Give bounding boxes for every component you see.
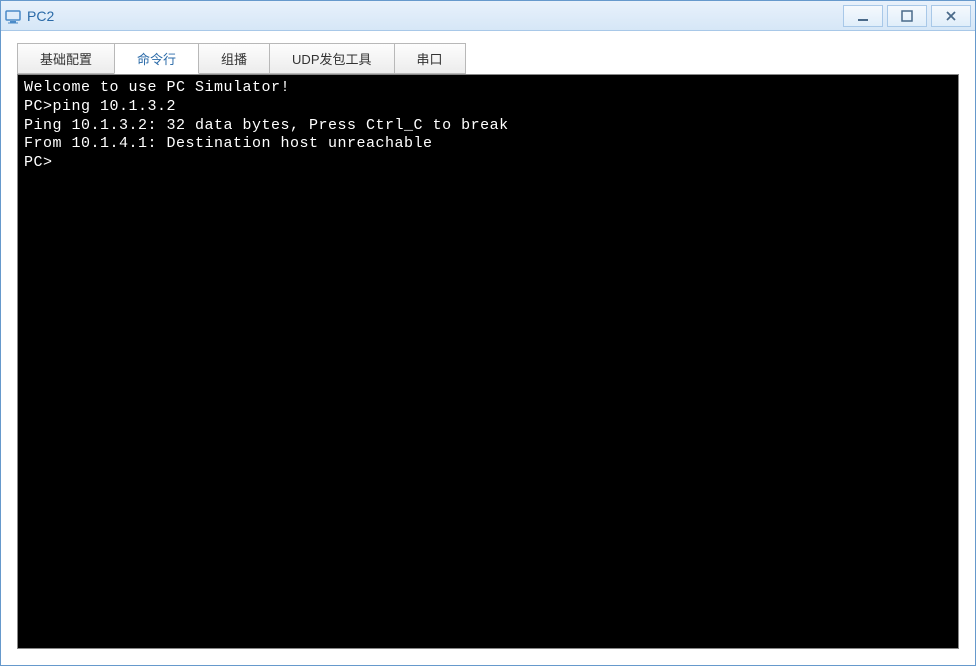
- app-window: PC2 基础配置 命令行 组播 UDP发包工具 串口 Welcome to: [0, 0, 976, 666]
- maximize-button[interactable]: [887, 5, 927, 27]
- app-icon: [5, 8, 21, 24]
- terminal-line: PC>: [24, 154, 952, 173]
- tab-udp-tool[interactable]: UDP发包工具: [269, 43, 394, 74]
- tab-multicast[interactable]: 组播: [198, 43, 270, 74]
- window-controls: [839, 5, 971, 27]
- tab-serial[interactable]: 串口: [394, 43, 466, 74]
- tab-bar: 基础配置 命令行 组播 UDP发包工具 串口: [17, 43, 959, 74]
- terminal-line: Welcome to use PC Simulator!: [24, 79, 952, 98]
- terminal-output[interactable]: Welcome to use PC Simulator!PC>ping 10.1…: [17, 74, 959, 649]
- tab-basic-config[interactable]: 基础配置: [17, 43, 115, 74]
- close-button[interactable]: [931, 5, 971, 27]
- terminal-line: PC>ping 10.1.3.2: [24, 98, 952, 117]
- content-area: 基础配置 命令行 组播 UDP发包工具 串口 Welcome to use PC…: [1, 31, 975, 665]
- window-title: PC2: [27, 8, 839, 24]
- titlebar[interactable]: PC2: [1, 1, 975, 31]
- terminal-line: From 10.1.4.1: Destination host unreacha…: [24, 135, 952, 154]
- terminal-line: Ping 10.1.3.2: 32 data bytes, Press Ctrl…: [24, 117, 952, 136]
- minimize-button[interactable]: [843, 5, 883, 27]
- tab-command-line[interactable]: 命令行: [114, 43, 199, 74]
